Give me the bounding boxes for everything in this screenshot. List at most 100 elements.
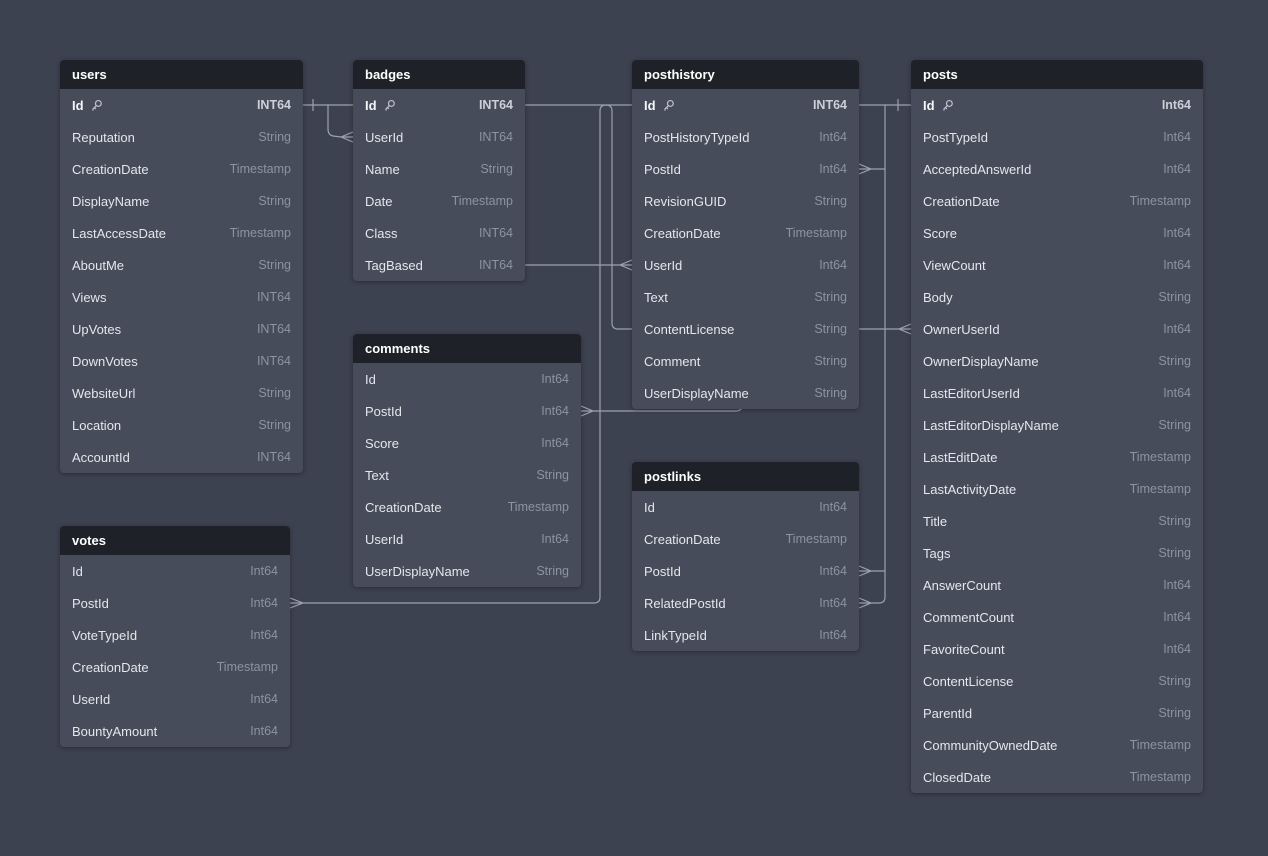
field-row: VoteTypeIdInt64 [60,619,290,651]
field-name: CreationDate [644,532,721,547]
field-name: UserId [365,130,403,145]
field-row: CommentString [632,345,859,377]
field-type: String [814,194,847,208]
field-name: Score [923,226,957,241]
field-type: String [480,162,513,176]
field-type: Int64 [1163,610,1191,624]
table-posthistory[interactable]: posthistoryIdINT64PostHistoryTypeIdInt64… [632,60,859,409]
field-row: PostId Int64 [353,395,581,427]
relationship-line-badges_posthistory [525,260,632,270]
table-header[interactable]: posthistory [632,60,859,89]
table-posts[interactable]: postsIdInt64PostTypeIdInt64AcceptedAnswe… [911,60,1203,793]
field-type: String [258,130,291,144]
field-name: FavoriteCount [923,642,1005,657]
table-header[interactable]: postlinks [632,462,859,491]
field-name: LastActivityDate [923,482,1016,497]
field-type: Int64 [541,532,569,546]
field-type: String [814,354,847,368]
field-type: String [814,386,847,400]
table-header[interactable]: posts [911,60,1203,89]
field-name: AcceptedAnswerId [923,162,1031,177]
field-name: PostId [644,564,681,579]
field-row: UserIdINT64 [353,121,525,153]
field-row: CreationDateTimestamp [353,491,581,523]
field-type: Int64 [250,628,278,642]
field-row: ReputationString [60,121,303,153]
field-name: Class [365,226,398,241]
table-title: posts [923,67,958,82]
table-header[interactable]: votes [60,526,290,555]
primary-key-icon [90,99,103,112]
field-name: DownVotes [72,354,138,369]
field-row: DownVotesINT64 [60,345,303,377]
table-votes[interactable]: votesIdInt64PostIdInt64VoteTypeIdInt64Cr… [60,526,290,747]
crows-foot-marker [341,132,353,142]
field-row: UpVotesINT64 [60,313,303,345]
table-header[interactable]: badges [353,60,525,89]
field-row: DisplayName String [60,185,303,217]
field-type: Int64 [1163,258,1191,272]
field-row: ContentLicenseString [632,313,859,345]
field-row: CreationDate Timestamp [60,651,290,683]
field-name: LinkTypeId [644,628,707,643]
field-row: CommentCountInt64 [911,601,1203,633]
primary-key-icon [383,99,396,112]
field-type: Timestamp [786,532,847,546]
field-row: ViewCountInt64 [911,249,1203,281]
field-row: OwnerUserId Int64 [911,313,1203,345]
field-type: String [258,194,291,208]
field-name: LastEditDate [923,450,997,465]
field-name: Id [644,98,656,113]
field-row: TextString [632,281,859,313]
field-name: Location [72,418,121,433]
crows-foot-marker [859,164,871,174]
field-type: INT64 [479,258,513,272]
field-name: DisplayName [72,194,149,209]
field-row: CommunityOwnedDateTimestamp [911,729,1203,761]
field-name: PostId [365,404,402,419]
field-type: INT64 [257,322,291,336]
relationship-line-users_badges [328,105,353,142]
field-name: OwnerUserId [923,322,1000,337]
field-name: CreationDate [72,660,149,675]
crows-foot-marker [859,566,871,576]
field-row: UserId Int64 [353,523,581,555]
crows-foot-marker [899,324,911,334]
field-name: Id [644,500,655,515]
table-header[interactable]: comments [353,334,581,363]
field-name: UserId [365,532,403,547]
field-row: ClassINT64 [353,217,525,249]
field-row: IdINT64 [632,89,859,121]
field-type: Timestamp [1130,482,1191,496]
field-type: Timestamp [230,162,291,176]
field-name: PostId [72,596,109,611]
table-postlinks[interactable]: postlinks Id Int64 CreationDate Timestamp Pos… [632,462,859,651]
field-row: BountyAmountInt64 [60,715,290,747]
field-row: PostHistoryTypeIdInt64 [632,121,859,153]
table-users[interactable]: usersIdINT64ReputationStringCreationDate… [60,60,303,473]
field-name: CreationDate [365,500,442,515]
field-row: RelatedPostIdInt64 [632,587,859,619]
field-row: PostTypeIdInt64 [911,121,1203,153]
field-name: CommunityOwnedDate [923,738,1057,753]
field-name: OwnerDisplayName [923,354,1039,369]
field-type: Int64 [819,596,847,610]
field-name: AboutMe [72,258,124,273]
field-type: Int64 [819,564,847,578]
table-title: votes [72,533,106,548]
field-type: Int64 [1163,322,1191,336]
field-type: Timestamp [217,660,278,674]
field-name: Score [365,436,399,451]
field-row: AccountIdINT64 [60,441,303,473]
table-comments[interactable]: commentsIdInt64PostIdInt64ScoreInt64Text… [353,334,581,587]
field-row: LinkTypeIdInt64 [632,619,859,651]
field-name: PostTypeId [923,130,988,145]
field-row: ClosedDateTimestamp [911,761,1203,793]
primary-key-icon [662,99,675,112]
crows-foot-marker [859,598,871,608]
field-row: RevisionGUIDString [632,185,859,217]
field-type: Int64 [541,404,569,418]
table-header[interactable]: users [60,60,303,89]
field-type: INT64 [479,98,513,112]
table-badges[interactable]: badgesIdINT64UserIdINT64NameStringDateTi… [353,60,525,281]
